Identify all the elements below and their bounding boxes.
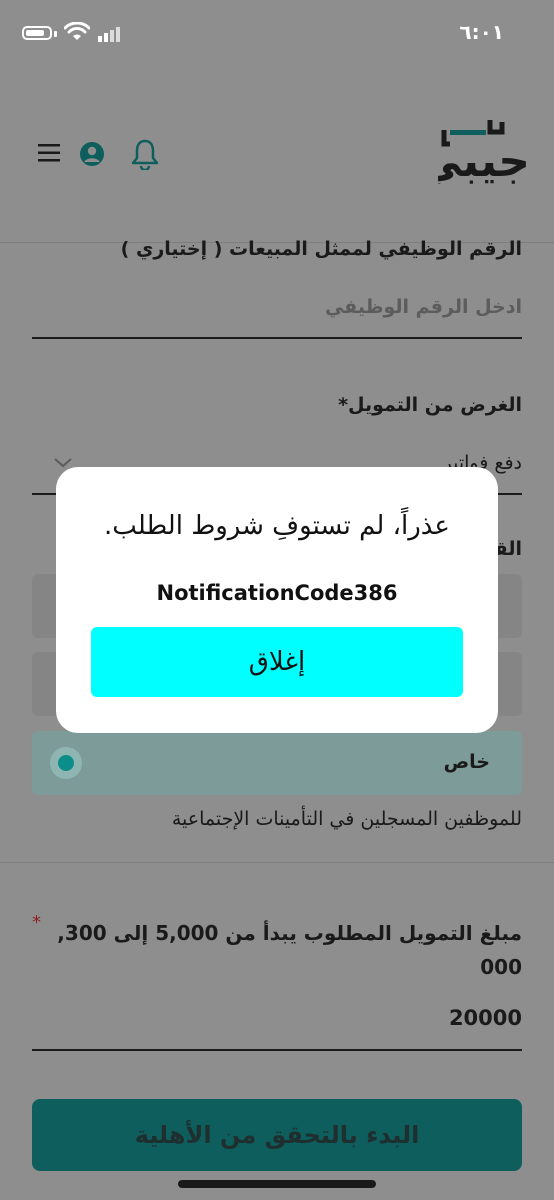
- menu-icon[interactable]: [38, 144, 60, 162]
- employee-id-input[interactable]: ادخل الرقم الوظيفي: [325, 296, 522, 318]
- radio-selected-icon[interactable]: [50, 747, 82, 779]
- status-time: ٦:٠١: [459, 20, 504, 44]
- sector-option-private[interactable]: خاص: [32, 731, 522, 795]
- user-avatar-icon[interactable]: [80, 142, 104, 166]
- required-asterisk: *: [32, 912, 41, 933]
- start-eligibility-check-button[interactable]: البدء بالتحقق من الأهلية: [32, 1099, 522, 1171]
- section-divider: [0, 862, 554, 863]
- amount-underline: [32, 1049, 522, 1051]
- amount-label: مبلغ التمويل المطلوب يبدأ من 5,000 إلى 3…: [57, 921, 522, 979]
- logo-mark: جيبي: [418, 120, 530, 187]
- jeebi-logo: جيبي: [418, 114, 534, 188]
- private-helper-text: للموظفين المسجلين في التأمينات الإجتماعي…: [171, 808, 522, 830]
- home-indicator: [178, 1180, 376, 1188]
- amount-input[interactable]: 20000: [449, 1006, 522, 1030]
- close-button[interactable]: إغلاق: [91, 627, 463, 697]
- app-header: جيبي: [0, 62, 554, 243]
- notification-code: NotificationCode386: [156, 581, 398, 605]
- chevron-down-icon[interactable]: [54, 458, 72, 468]
- purpose-label: الغرض من التمويل*: [338, 394, 522, 416]
- dialog-message: عذراً، لم تستوفِ شروط الطلب.: [104, 511, 450, 541]
- svg-text:جيبي: جيبي: [438, 136, 530, 184]
- employee-id-label: الرقم الوظيفي لممثل المبيعات ( إختياري ): [120, 238, 522, 260]
- battery-icon: [22, 26, 52, 40]
- private-option-label: خاص: [443, 751, 490, 773]
- notification-bell-icon[interactable]: [130, 138, 160, 170]
- radio-dot: [58, 755, 74, 771]
- employee-id-underline: [32, 337, 522, 339]
- battery-tip: [54, 31, 57, 37]
- signal-icon: [98, 27, 120, 42]
- status-bar: ٦:٠١: [0, 0, 554, 62]
- error-dialog: عذراً، لم تستوفِ شروط الطلب. Notificatio…: [56, 467, 498, 733]
- wifi-icon: [64, 22, 90, 40]
